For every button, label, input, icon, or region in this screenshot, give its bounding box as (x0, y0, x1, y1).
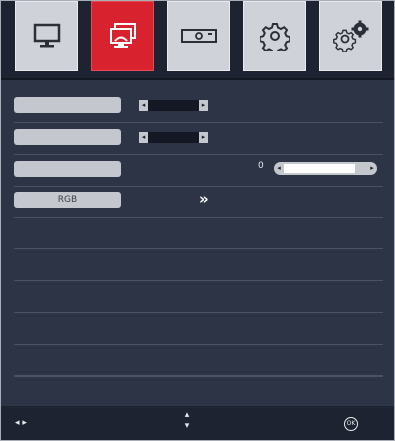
row-label: RGB (14, 192, 121, 208)
gears-icon (332, 20, 368, 52)
menu-row[interactable]: ◂ ▸ (14, 123, 383, 155)
menu-row[interactable]: RGB » (14, 186, 383, 218)
menu-row (14, 281, 383, 313)
left-arrow-icon[interactable]: ◂ (274, 162, 284, 175)
tab-screen[interactable] (91, 1, 154, 71)
menu-row (14, 313, 383, 345)
ok-button-icon: OK (344, 417, 358, 431)
menu-row (14, 217, 383, 249)
monitor-icon (33, 23, 60, 48)
menu-row (14, 345, 383, 377)
up-arrow-icon: ▴ (184, 410, 190, 420)
hint-bar: ◂ ▸ ▴ ▾ OK (1, 406, 394, 440)
menu-row[interactable]: ◂ ▸ (14, 91, 383, 123)
tab-advanced-settings[interactable] (319, 1, 382, 71)
screens-icon (109, 23, 136, 48)
tab-bar (1, 1, 394, 80)
right-arrow-icon[interactable]: ▸ (367, 162, 377, 175)
tab-settings[interactable] (243, 1, 306, 71)
menu-window: ◂ ▸ ◂ ▸ 0 ◂ ▸ RGB » ◂ ▸ ▴ ▾ OK (0, 0, 395, 441)
tab-picture[interactable] (15, 1, 78, 71)
tab-projector[interactable] (167, 1, 230, 71)
right-arrow-icon[interactable]: ▸ (199, 100, 208, 111)
up-down-arrows-icon: ▴ ▾ (181, 410, 193, 432)
row-label (14, 129, 121, 145)
value-selector[interactable]: ◂ ▸ (139, 100, 208, 111)
right-arrow-icon[interactable]: ▸ (199, 132, 208, 143)
menu-row[interactable]: 0 ◂ ▸ (14, 155, 383, 187)
left-arrow-icon[interactable]: ◂ (139, 100, 148, 111)
menu-row (14, 249, 383, 281)
slider-fill (284, 164, 355, 173)
left-right-arrows-icon: ◂ ▸ (15, 418, 27, 428)
value-selector[interactable]: ◂ ▸ (139, 132, 208, 143)
selector-value (148, 132, 199, 143)
value-slider[interactable]: ◂ ▸ (274, 162, 377, 175)
gear-icon (259, 23, 290, 51)
row-label (14, 97, 121, 113)
row-label (14, 161, 121, 177)
submenu-chevron-icon[interactable]: » (199, 190, 209, 208)
slider-value: 0 (258, 161, 264, 171)
selector-value (148, 100, 199, 111)
left-arrow-icon[interactable]: ◂ (139, 132, 148, 143)
down-arrow-icon: ▾ (184, 421, 190, 431)
projector-icon (180, 29, 217, 43)
